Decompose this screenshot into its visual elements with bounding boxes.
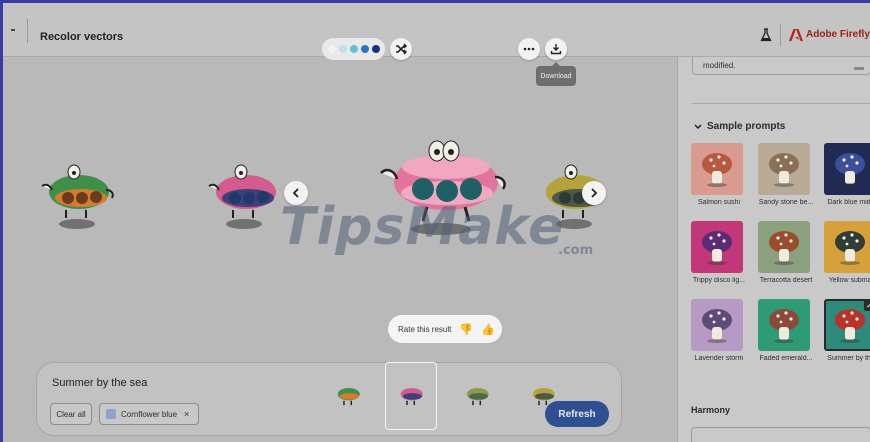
sample-prompt-label: Dark blue mid...: [827, 199, 870, 206]
header-divider-right: [780, 24, 781, 46]
thumbs-up-icon[interactable]: 👍: [481, 323, 495, 336]
tag-label: Cornflower blue: [121, 409, 178, 419]
harmony-dropdown[interactable]: [691, 427, 870, 442]
sample-prompt-label: Yellow submari: [828, 277, 870, 284]
beaker-icon[interactable]: [760, 28, 772, 42]
collapse-handle[interactable]: [11, 29, 15, 31]
palette-swatch: [360, 45, 369, 53]
color-tag-chip[interactable]: Cornflower blue ×: [99, 403, 199, 425]
vector-variation-1[interactable]: [36, 162, 118, 232]
mushroom-icon: [769, 153, 799, 187]
next-button[interactable]: [582, 181, 606, 205]
watermark-text: TipsMake: [280, 197, 565, 257]
sample-prompt-label: Summer by th...: [827, 355, 870, 362]
sample-prompt-label: Salmon sushi: [697, 199, 741, 206]
palette-swatch: [371, 45, 380, 53]
sample-prompt-thumbnail: [758, 143, 810, 195]
prompt-panel: Summer by the sea Clear all Cornflower b…: [36, 362, 622, 436]
mushroom-icon: [702, 153, 732, 187]
sample-prompt-label: Lavender storm: [694, 355, 744, 362]
sample-prompt-thumbnail: [824, 221, 870, 273]
watermark-suffix: .com: [558, 243, 594, 258]
header-divider: [27, 19, 28, 43]
sample-prompt-thumbnail: [758, 299, 810, 351]
thumbs-down-icon[interactable]: 👎: [459, 323, 473, 336]
palette-swatch: [349, 45, 358, 53]
clear-all-button[interactable]: Clear all: [50, 403, 92, 425]
mushroom-icon: [835, 309, 865, 343]
sample-prompt-label: Trippy disco lig...: [692, 277, 746, 284]
sample-prompt-item[interactable]: Sandy stone be...: [758, 143, 814, 209]
sample-prompt-item[interactable]: Lavender storm: [691, 299, 747, 365]
sample-prompt-item[interactable]: Terracotta desert: [758, 221, 814, 287]
sample-prompt-label: Faded emerald...: [759, 355, 813, 362]
sample-prompt-item[interactable]: Trippy disco lig...: [691, 221, 747, 287]
harmony-label: Harmony: [691, 405, 731, 415]
rate-result-label: Rate this result: [398, 324, 452, 334]
chevron-right-icon: [591, 188, 598, 198]
prompt-input[interactable]: Summer by the sea: [52, 377, 147, 389]
sample-prompt-thumbnail: [691, 143, 743, 195]
mushroom-icon: [835, 231, 865, 265]
sample-prompt-item[interactable]: ✓ Summer by th...: [824, 299, 870, 365]
page-title: Recolor vectors: [40, 31, 124, 43]
refresh-button[interactable]: Refresh: [545, 401, 609, 427]
palette-swatch: [327, 45, 336, 53]
mushroom-icon: [769, 231, 799, 265]
rate-result-pill: Rate this result 👎 👍: [388, 315, 502, 343]
sample-prompt-thumbnail: [691, 221, 743, 273]
download-icon: [550, 44, 562, 55]
sample-prompts-toggle[interactable]: Sample prompts: [694, 121, 785, 132]
right-panel: modified. Sample prompts Salmon sushi San…: [677, 57, 870, 442]
mushroom-icon: [702, 309, 732, 343]
sample-prompt-item[interactable]: Dark blue mid...: [824, 143, 870, 209]
sample-prompt-item[interactable]: Salmon sushi: [691, 143, 747, 209]
vector-variation-2[interactable]: [203, 162, 285, 232]
mushroom-icon: [835, 153, 865, 187]
variation-thumbnail-image: [466, 387, 489, 406]
sample-prompt-label: Sandy stone be...: [758, 199, 814, 206]
adobe-logo-icon: [789, 29, 803, 41]
sample-prompt-item[interactable]: Faded emerald...: [758, 299, 814, 365]
sample-prompt-thumbnail: [691, 299, 743, 351]
variation-thumbnail-image: [337, 387, 360, 406]
palette-swatch: [338, 45, 347, 53]
top-bar: Recolor vectors: [3, 3, 870, 57]
sample-prompt-thumbnail: [824, 143, 870, 195]
variation-thumbnail-selected[interactable]: [385, 362, 437, 430]
section-divider: [692, 103, 870, 104]
shuffle-icon: [396, 43, 407, 55]
tag-swatch: [106, 409, 116, 419]
sample-prompt-item[interactable]: Yellow submari: [824, 221, 870, 287]
modified-text-field[interactable]: modified.: [692, 57, 870, 75]
variation-thumbnail-image: [400, 387, 423, 406]
modified-text: modified.: [703, 61, 736, 70]
sample-prompt-thumbnail: [758, 221, 810, 273]
brand-label: Adobe Firefly (: [806, 29, 870, 40]
sample-prompts-label: Sample prompts: [707, 121, 786, 132]
chevron-down-icon: [694, 123, 702, 129]
variation-thumbnail[interactable]: [322, 362, 374, 430]
mushroom-icon: [702, 231, 732, 265]
mushroom-icon: [769, 309, 799, 343]
sample-prompt-thumbnail: ✓: [824, 299, 870, 351]
sample-prompt-label: Terracotta desert: [759, 277, 813, 284]
ellipsis-icon: [523, 47, 535, 51]
variation-thumbnail[interactable]: [451, 362, 503, 430]
check-icon: ✓: [864, 300, 870, 311]
resize-handle[interactable]: [854, 67, 864, 70]
remove-tag-icon[interactable]: ×: [184, 409, 189, 419]
